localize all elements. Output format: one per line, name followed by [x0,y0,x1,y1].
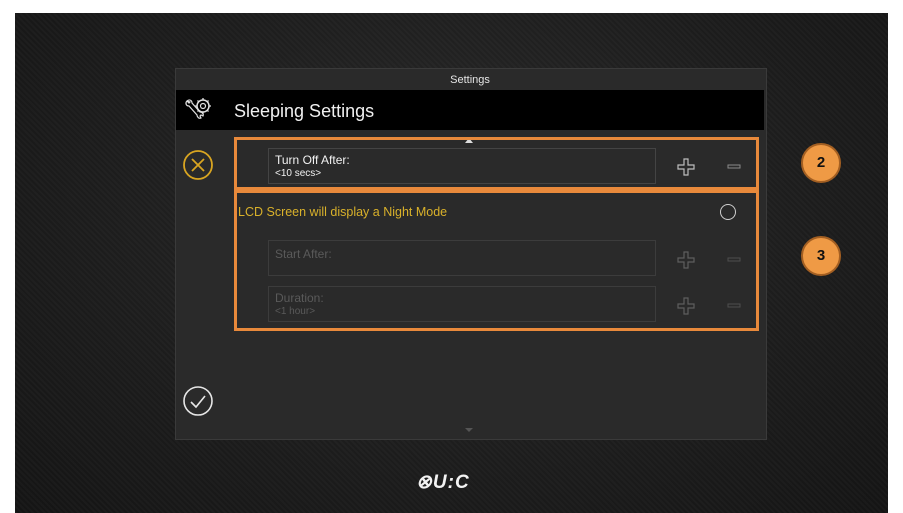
callout-badge-3: 3 [801,236,841,276]
page-title: Sleeping Settings [234,101,375,121]
callout-box-3 [234,190,759,331]
brand-logo: ⊗U:C [416,472,470,493]
tools-gear-icon [185,98,211,119]
callout-badge-2: 2 [801,143,841,183]
cancel-button[interactable] [181,148,215,182]
confirm-button[interactable] [181,384,215,418]
window-title: Settings [450,74,490,86]
callout-box-2 [234,137,759,190]
scroll-down-icon[interactable] [465,428,473,432]
header-bar: Sleeping Settings [176,90,764,130]
